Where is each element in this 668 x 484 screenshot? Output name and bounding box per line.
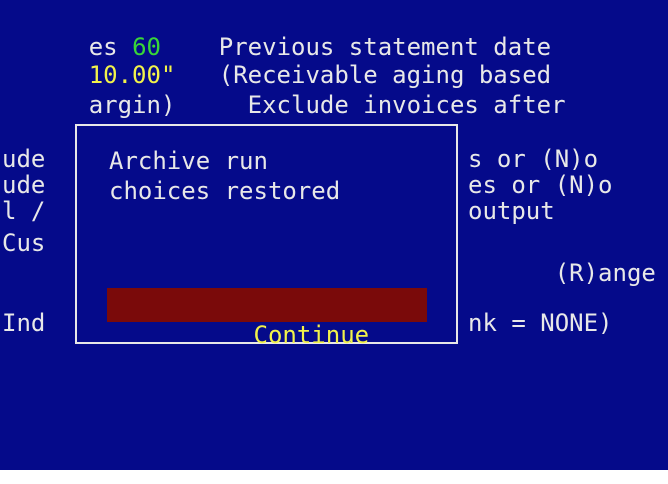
status-line-3-text: Exclude invoices after (175, 91, 566, 119)
quit-option[interactable]: Quit (109, 256, 283, 315)
status-line-3-label: argin) (88, 91, 176, 119)
continue-label: Continue (109, 290, 370, 349)
status-line-1: es 60 Previous statement date (2, 2, 551, 61)
left-fragment-3: l / (2, 197, 46, 225)
terminal-screen: es 60 Previous statement date 10.00" (Re… (0, 0, 668, 484)
status-line-2: 10.00" (Receivable aging based (2, 30, 551, 89)
right-fragment-3: output (468, 197, 555, 225)
left-fragment-4: Cus (2, 229, 46, 257)
right-fragment-4-text: (R)ange (554, 259, 656, 287)
archive-dialog: Archive run choices restored Quit Contin… (75, 124, 458, 349)
dialog-message-line-1: Archive run (109, 147, 268, 175)
left-fragment-5: Ind (2, 309, 46, 337)
status-line-3: argin) Exclude invoices after (2, 60, 566, 119)
right-fragment-5: nk = NONE) (468, 309, 613, 337)
continue-rest: ontinue (267, 321, 370, 349)
right-fragment-4: (R)ange b (468, 228, 668, 287)
continue-option[interactable]: Continue (107, 288, 427, 349)
terminal-window: es 60 Previous statement date 10.00" (Re… (0, 0, 668, 470)
dialog-message-line-2: choices restored (109, 177, 341, 205)
continue-hotkey: C (253, 321, 268, 349)
